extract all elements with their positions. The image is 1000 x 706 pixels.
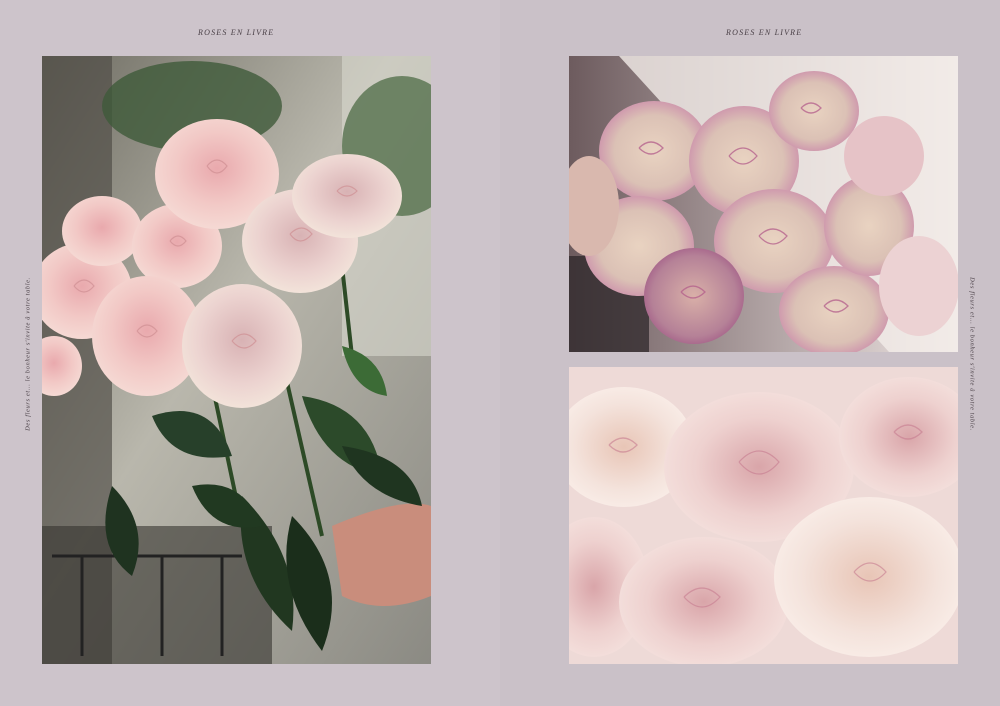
photo-rose-bouquet [42, 56, 431, 664]
photo-rose-cluster [569, 56, 958, 352]
book-spread: ROSES EN LIVRE Des fleurs et... le bonhe… [0, 0, 1000, 706]
photo-rose-closeup [569, 367, 958, 664]
right-page: ROSES EN LIVRE Des fleurs et... le bonhe… [500, 0, 1000, 706]
running-head-right: ROSES EN LIVRE [726, 28, 803, 37]
side-caption-right: Des fleurs et... le bonheur s'invite à v… [968, 277, 976, 431]
running-head-left: ROSES EN LIVRE [198, 28, 275, 37]
left-page: ROSES EN LIVRE Des fleurs et... le bonhe… [0, 0, 500, 706]
side-caption-left: Des fleurs et... le bonheur s'invite à v… [24, 277, 32, 431]
